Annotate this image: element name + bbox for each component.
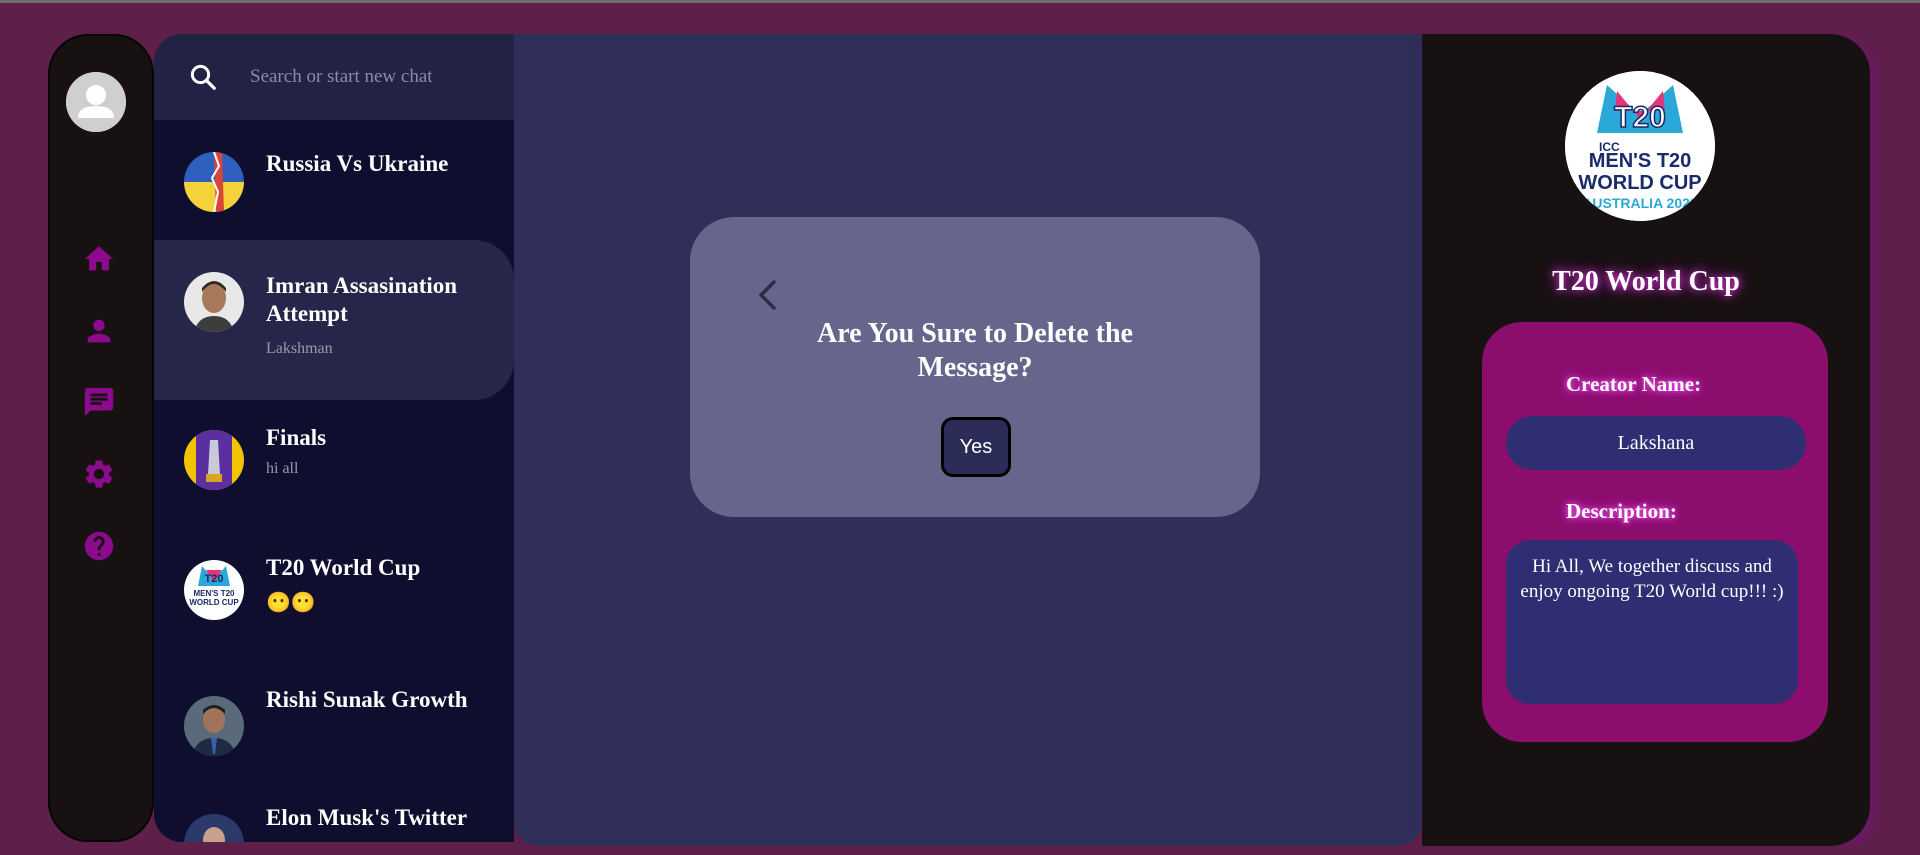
chat-avatar: T20 MEN'S T20 WORLD CUP [184,560,244,620]
group-name: T20 World Cup [1552,266,1740,297]
chat-icon[interactable] [82,385,116,419]
chat-title: Rishi Sunak Growth [266,687,468,712]
group-info-panel: T20 ICC MEN'S T20 WORLD CUP AUSTRALIA 20… [1422,34,1870,846]
chat-avatar [184,430,244,490]
delete-confirm-dialog: Are You Sure to Delete the Message? Yes [690,217,1260,517]
svg-text:WORLD CUP: WORLD CUP [1578,172,1701,194]
chat-title: Elon Musk's Twitter [266,805,468,830]
chat-title: Russia Vs Ukraine [266,151,449,176]
chat-title: Imran Assasination Attempt [266,273,458,326]
user-avatar-icon [66,72,126,132]
chat-item-imran-assasination-attempt[interactable]: Imran Assasination Attempt Lakshman [154,240,514,400]
conversation-area: Are You Sure to Delete the Message? Yes [514,34,1422,846]
dialog-title: Are You Sure to Delete the Message? [817,318,1133,383]
person-icon[interactable] [82,314,116,348]
chat-title: Finals [266,425,327,450]
chat-avatar [184,152,244,212]
group-details-card: Creator Name: Lakshana Description: Hi A… [1482,322,1828,742]
creator-name-field: Lakshana [1506,416,1806,470]
search-bar [154,34,514,120]
svg-text:T20: T20 [1614,101,1666,134]
svg-text:T20: T20 [205,573,224,585]
help-icon[interactable] [82,529,116,563]
chat-title: T20 World Cup [266,555,421,580]
description-label: Description: [1566,499,1677,523]
yes-button[interactable]: Yes [941,417,1011,477]
search-icon[interactable] [188,62,218,92]
chat-avatar [184,272,244,332]
settings-icon[interactable] [82,457,116,491]
description-field: Hi All, We together discuss and enjoy on… [1506,540,1798,704]
chat-avatar [184,696,244,756]
chat-list-panel: Russia Vs Ukraine Imran Assasination Att… [154,34,514,842]
chat-item-t20-world-cup[interactable]: T20 MEN'S T20 WORLD CUP T20 World Cup 😶😶 [154,544,514,654]
svg-text:MEN'S T20: MEN'S T20 [1589,150,1692,172]
svg-text:AUSTRALIA 2022: AUSTRALIA 2022 [1582,195,1698,211]
chat-item-rishi-sunak-growth[interactable]: Rishi Sunak Growth [154,680,514,790]
chat-item-elon-musks-twitter[interactable]: Elon Musk's Twitter [154,800,514,842]
chat-item-finals[interactable]: Finals hi all [154,414,514,524]
window-bottom-strip [0,846,1920,855]
user-avatar[interactable] [66,72,126,132]
home-icon[interactable] [82,242,116,276]
svg-text:MEN'S T20: MEN'S T20 [193,589,235,598]
svg-text:WORLD CUP: WORLD CUP [189,598,239,607]
chat-last-message: Lakshman [266,340,333,357]
window-top-border [0,0,1920,3]
chat-avatar [184,814,244,842]
group-logo: T20 ICC MEN'S T20 WORLD CUP AUSTRALIA 20… [1565,71,1715,221]
chat-last-message: 😶😶 [266,592,316,614]
creator-label: Creator Name: [1566,372,1702,396]
nav-rail [48,34,154,842]
search-input[interactable] [250,58,490,96]
chevron-left-icon[interactable] [752,277,782,313]
chat-item-russia-vs-ukraine[interactable]: Russia Vs Ukraine [154,120,514,234]
chat-last-message: hi all [266,460,299,477]
